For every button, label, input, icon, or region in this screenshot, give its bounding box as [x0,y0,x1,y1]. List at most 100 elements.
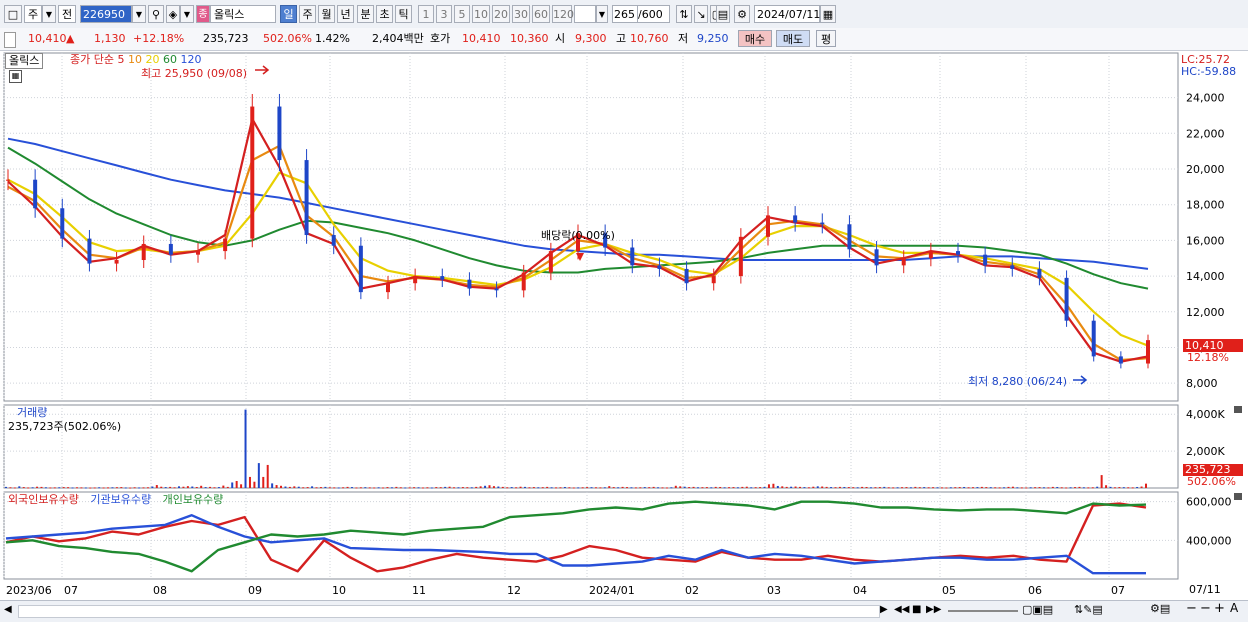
volume-bar [523,486,526,488]
scroll-right-icon[interactable]: ▶ [880,604,888,615]
volume-bar [998,487,1001,489]
interval-30[interactable]: 30 [512,5,530,23]
volume-bar [714,486,717,488]
stock-code-input[interactable]: 226950 [80,5,132,23]
quote-bar: 10,410 ▲ 1,130 +12.18% 235,723 502.06% 1… [0,28,1248,51]
volume-bar [599,487,602,489]
data-count-field[interactable]: 265 [612,5,638,23]
volume-bar [408,487,411,489]
save-icon[interactable]: ▤ [716,5,730,23]
volume-bar [421,487,424,489]
speaker-dropdown-icon[interactable]: ▼ [180,5,194,23]
volume-bar [18,486,21,488]
sell-button[interactable]: 매도 [776,30,810,47]
volume-y-tick: 4,000K [1186,408,1225,421]
price-panel-tab[interactable]: 올릭스 [5,53,44,69]
period-year[interactable]: 년 [337,5,354,23]
auto-scale-icon[interactable]: A [1230,601,1238,615]
period-minute[interactable]: 분 [357,5,374,23]
current-price: 10,410 [28,32,67,45]
interval-120[interactable]: 120 [552,5,574,23]
volume-bar [58,487,61,489]
holdings-y-tick: 600,000 [1186,496,1232,509]
grid-toggle-icon[interactable]: ▦ [9,70,22,83]
buy-button[interactable]: 매수 [738,30,772,47]
interval-5[interactable]: 5 [454,5,470,23]
candle-body [1010,265,1015,269]
stock-name-field[interactable]: 올릭스 [210,5,276,23]
period-second[interactable]: 초 [376,5,393,23]
volume-bar [426,487,429,489]
volume-bar [390,487,393,489]
market-select[interactable]: 주 [24,5,42,23]
chart-type-icon[interactable]: ⇅ [676,5,692,23]
candle-body [141,243,146,261]
date-field[interactable]: 2024/07/11 [754,5,820,23]
interval-3[interactable]: 3 [436,5,452,23]
volume-bar [355,487,358,489]
zoom-out-icon[interactable]: − [1186,601,1197,616]
volume-bar [1091,487,1094,489]
period-week[interactable]: 주 [299,5,316,23]
open-label: 시 [555,32,566,45]
candle-body [684,268,689,284]
volume-bar [603,487,606,489]
volume-bar [732,487,735,489]
zoom-in-icon[interactable]: + [1214,601,1225,616]
volume-bar [617,487,620,489]
zoom-minus-icon[interactable]: − [1200,601,1211,616]
legend-foreign: 외국인보유수량 [8,493,79,506]
volume-bar [878,487,881,489]
window-menu-icon[interactable]: □ [4,5,22,23]
stop-icon[interactable]: ■ [912,604,921,615]
settings-gear-icon[interactable]: ⚙ [734,5,750,23]
scroll-track[interactable] [18,605,880,618]
volume-bar [679,486,682,488]
misc-tools-icon[interactable]: ⚙▤ [1150,602,1170,615]
prev-select[interactable]: 전 [58,5,76,23]
legend-individual: 개인보유수량 [162,493,224,506]
volume-bar [53,487,56,489]
volume-bar [501,486,504,488]
period-day[interactable]: 일 [280,5,297,23]
volume-bar [1016,487,1019,489]
volume-bar [657,487,660,489]
period-tick[interactable]: 틱 [395,5,412,23]
volume-bar [209,486,212,488]
interval-custom-field[interactable] [574,5,596,23]
view-tools-icon[interactable]: ▢▣▤ [1022,603,1053,616]
candle-body [1037,268,1042,278]
interval-dropdown-icon[interactable]: ▼ [596,5,608,23]
volume-bar [107,487,110,489]
scroll-left-icon[interactable]: ◀ [4,604,12,615]
interval-10[interactable]: 10 [472,5,490,23]
volume-bar [373,487,376,489]
candle-body [793,215,798,223]
eval-button[interactable]: 평 [816,30,836,47]
interval-20[interactable]: 20 [492,5,510,23]
volume-bar [186,486,189,488]
volume-bar [1131,487,1134,489]
candle-body [738,236,743,277]
calendar-icon[interactable]: ▦ [820,5,836,23]
volume-bar [484,485,487,488]
period-month[interactable]: 월 [318,5,335,23]
rewind-icon[interactable]: ◀◀ [894,604,909,615]
code-dropdown-icon[interactable]: ▼ [132,5,146,23]
interval-60[interactable]: 60 [532,5,550,23]
volume-bar [435,487,438,489]
volume-bar [776,485,779,488]
interval-1[interactable]: 1 [418,5,434,23]
candle-body [277,106,282,161]
market-dropdown-icon[interactable]: ▼ [42,5,56,23]
candle-body [901,258,906,266]
quote-checkbox[interactable] [4,32,16,48]
volume-bar [1122,487,1125,489]
draw-tool-icon[interactable]: ↘ [694,5,708,23]
chart-tools-icon[interactable]: ⇅✎▤ [1074,603,1103,616]
zoom-slider[interactable] [948,610,1018,612]
forward-icon[interactable]: ▶▶ [926,604,941,615]
speaker-icon[interactable]: ◈ [166,5,180,23]
search-icon[interactable]: ⚲ [148,5,164,23]
volume-bar [306,487,309,489]
